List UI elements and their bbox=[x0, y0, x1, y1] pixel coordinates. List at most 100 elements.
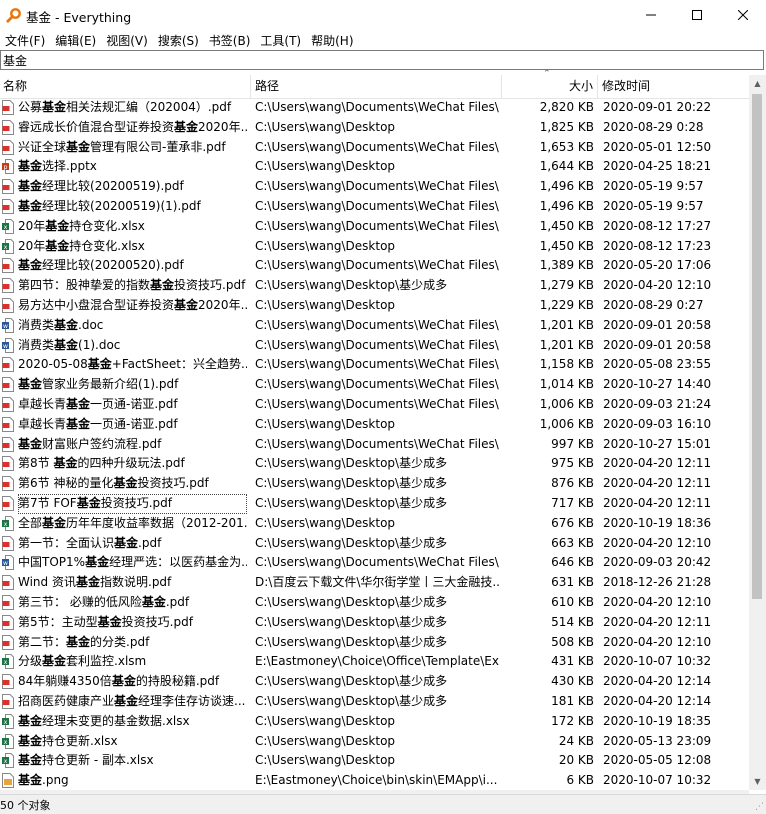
table-row[interactable]: 兴证全球基金管理有限公司-董承非.pdf C:\Users\wang\Docume… bbox=[0, 138, 749, 158]
file-date: 2020-05-05 12:08 bbox=[603, 753, 712, 768]
file-name-prefix: 第5节：主动型 bbox=[18, 614, 98, 629]
file-date: 2018-12-26 21:28 bbox=[603, 575, 712, 590]
excel-file-icon: x bbox=[2, 218, 14, 234]
file-name-prefix: 招商医药健康产业 bbox=[18, 694, 115, 708]
file-size: 24 KB bbox=[558, 733, 594, 748]
file-path: C:\Users\wang\Documents\WeChat Files\... bbox=[255, 337, 500, 352]
file-path: C:\Users\wang\Documents\WeChat Files\... bbox=[255, 317, 500, 332]
file-date: 2020-04-20 12:14 bbox=[603, 694, 712, 708]
file-name: 84年躺赚4350倍基金的持股秘籍.pdf bbox=[18, 672, 247, 692]
table-row[interactable]: 第二节：基金的分类.pdf C:\Users\wang\Desktop\基少成多 5… bbox=[0, 633, 749, 653]
file-name-suffix: 相关法规汇编（202004）.pdf bbox=[66, 100, 232, 114]
column-path[interactable]: 路径 bbox=[251, 75, 502, 98]
svg-text:w: w bbox=[3, 323, 8, 330]
menu-edit[interactable]: 编辑(E) bbox=[50, 32, 101, 49]
scroll-thumb[interactable] bbox=[752, 94, 762, 599]
pdf-file-icon bbox=[2, 298, 14, 313]
search-input[interactable] bbox=[0, 50, 764, 70]
file-date: 2020-04-20 12:11 bbox=[603, 496, 712, 510]
minimize-button[interactable] bbox=[628, 0, 674, 30]
table-row[interactable]: 第四节：股神挚爱的指数基金投资技巧.pdf C:\Users\wang\Deskt… bbox=[0, 276, 749, 296]
scroll-up-icon[interactable]: ▲ bbox=[749, 75, 766, 92]
vertical-scrollbar[interactable]: ▲ ▼ bbox=[749, 75, 766, 790]
table-row[interactable]: 第三节： 必赚的低风险基金.pdf C:\Users\wang\Desktop\基… bbox=[0, 593, 749, 613]
menu-view[interactable]: 视图(V) bbox=[101, 32, 153, 49]
file-path: C:\Users\wang\Desktop\基少成多 bbox=[255, 278, 448, 293]
title-bar[interactable]: 基金 - Everything bbox=[0, 0, 766, 30]
table-row[interactable]: 84年躺赚4350倍基金的持股秘籍.pdf C:\Users\wang\Deskt… bbox=[0, 672, 749, 692]
pdf-file-icon bbox=[2, 496, 14, 511]
table-row[interactable]: x 基金经理未变更的基金数据.xlsx C:\Users\wang\Desktop 1… bbox=[0, 712, 749, 732]
file-name-suffix: 一页通-诺亚.pdf bbox=[90, 416, 178, 431]
file-size: 2,820 KB bbox=[539, 100, 594, 114]
pdf-file-icon bbox=[2, 634, 14, 650]
file-date: 2020-10-27 14:40 bbox=[603, 377, 712, 392]
svg-text:x: x bbox=[4, 521, 8, 528]
table-row[interactable]: x 基金持仓更新.xlsx C:\Users\wang\Desktop 24 KB 20… bbox=[0, 732, 749, 752]
file-name: 基金持仓更新 - 副本.xlsx bbox=[18, 751, 247, 771]
table-row[interactable]: 2020-05-08基金+FactSheet：兴全趋势... C:\Users\w… bbox=[0, 355, 749, 375]
maximize-button[interactable] bbox=[674, 0, 720, 30]
table-row[interactable]: 基金管家业务最新介绍(1).pdf C:\Users\wang\Documents… bbox=[0, 375, 749, 395]
file-name-highlight: 基金 bbox=[141, 595, 166, 609]
table-row[interactable]: w 中国TOP1%基金经理严选：以医药基金为... C:\Users\wang\Do… bbox=[0, 553, 749, 573]
table-row[interactable]: 睿远成长价值混合型证券投资基金2020年... C:\Users\wang\Des… bbox=[0, 118, 749, 138]
file-name: 消费类基金(1).doc bbox=[18, 336, 247, 356]
file-list[interactable]: 公募基金相关法规汇编（202004）.pdf C:\Users\wang\Docu… bbox=[0, 98, 749, 790]
table-row[interactable]: w 消费类基金(1).doc C:\Users\wang\Documents\WeC… bbox=[0, 336, 749, 356]
table-row[interactable]: 第8节 基金的四种升级玩法.pdf C:\Users\wang\Desktop\基… bbox=[0, 454, 749, 474]
table-row[interactable]: 招商医药健康产业基金经理李佳存访谈速... C:\Users\wang\Deskt… bbox=[0, 692, 749, 712]
file-path: C:\Users\wang\Documents\WeChat Files\... bbox=[255, 199, 500, 213]
file-date: 2020-05-19 9:57 bbox=[603, 199, 704, 213]
file-name-prefix: 第四节：股神挚爱的指数 bbox=[18, 278, 151, 293]
file-path: C:\Users\wang\Documents\WeChat Files\... bbox=[255, 218, 500, 233]
file-name: Wind 资讯基金指数说明.pdf bbox=[18, 573, 247, 593]
table-row[interactable]: 基金经理比较(20200519)(1).pdf C:\Users\wang\Doc… bbox=[0, 197, 749, 217]
table-row[interactable]: x 分级基金套利监控.xlsm E:\Eastmoney\Choice\Office… bbox=[0, 652, 749, 672]
table-row[interactable]: w 消费类基金.doc C:\Users\wang\Documents\WeChat… bbox=[0, 316, 749, 336]
table-row[interactable]: 第一节：全面认识基金.pdf C:\Users\wang\Desktop\基少成多… bbox=[0, 534, 749, 554]
table-row[interactable]: 基金经理比较(20200520).pdf C:\Users\wang\Docume… bbox=[0, 256, 749, 276]
column-name[interactable]: 名称 bbox=[0, 75, 251, 98]
close-button[interactable] bbox=[720, 0, 766, 30]
table-row[interactable]: 基金.png E:\Eastmoney\Choice\bin\skin\EMApp… bbox=[0, 771, 749, 790]
file-name-highlight: 基金 bbox=[87, 357, 112, 372]
table-row[interactable]: 卓越长青基金一页通-诺亚.pdf C:\Users\wang\Desktop 1,0… bbox=[0, 415, 749, 435]
table-row[interactable]: x 20年基金持仓变化.xlsx C:\Users\wang\Documents\W… bbox=[0, 217, 749, 237]
file-date: 2020-09-01 20:22 bbox=[603, 100, 712, 114]
pdf-file-icon bbox=[2, 199, 14, 214]
table-row[interactable]: 基金财富账户签约流程.pdf C:\Users\wang\Documents\We… bbox=[0, 435, 749, 455]
table-row[interactable]: 第5节：主动型基金投资技巧.pdf C:\Users\wang\Desktop\基… bbox=[0, 613, 749, 633]
table-row[interactable]: p 基金选择.pptx C:\Users\wang\Desktop 1,644 KB 2… bbox=[0, 157, 749, 177]
file-date: 2020-08-12 17:23 bbox=[603, 238, 712, 253]
table-row[interactable]: 公募基金相关法规汇编（202004）.pdf C:\Users\wang\Docu… bbox=[0, 98, 749, 118]
svg-text:w: w bbox=[3, 560, 8, 567]
column-date[interactable]: 修改时间 bbox=[598, 75, 749, 98]
scroll-down-icon[interactable]: ▼ bbox=[749, 773, 766, 790]
file-name: 分级基金套利监控.xlsm bbox=[18, 652, 247, 672]
table-row[interactable]: 第7节 FOF基金投资技巧.pdf C:\Users\wang\Desktop\基… bbox=[0, 494, 749, 514]
file-date: 2020-04-20 12:10 bbox=[603, 278, 712, 293]
table-row[interactable]: 卓越长青基金一页通-诺亚.pdf C:\Users\wang\Documents\… bbox=[0, 395, 749, 415]
file-date: 2020-05-19 9:57 bbox=[603, 179, 704, 194]
table-row[interactable]: 基金经理比较(20200519).pdf C:\Users\wang\Docume… bbox=[0, 177, 749, 197]
file-name-suffix: 的持股秘籍.pdf bbox=[135, 674, 220, 689]
resize-grip-icon[interactable]: ⋰ bbox=[755, 802, 764, 812]
table-row[interactable]: 第6节 神秘的量化基金投资技巧.pdf C:\Users\wang\Desktop… bbox=[0, 474, 749, 494]
file-name-highlight: 基金 bbox=[45, 238, 70, 253]
menu-file[interactable]: 文件(F) bbox=[0, 32, 50, 49]
file-name-prefix: 卓越长青 bbox=[18, 397, 67, 411]
file-name-prefix: 卓越长青 bbox=[18, 416, 67, 431]
menu-bookmarks[interactable]: 书签(B) bbox=[204, 32, 256, 49]
menu-search[interactable]: 搜索(S) bbox=[153, 32, 204, 49]
file-size: 663 KB bbox=[551, 535, 594, 550]
table-row[interactable]: x 20年基金持仓变化.xlsx C:\Users\wang\Desktop 1,45… bbox=[0, 237, 749, 257]
file-date: 2020-05-13 23:09 bbox=[603, 733, 712, 748]
menu-tools[interactable]: 工具(T) bbox=[255, 32, 306, 49]
table-row[interactable]: x 全部基金历年年度收益率数据（2012-201... C:\Users\wang\… bbox=[0, 514, 749, 534]
menu-help[interactable]: 帮助(H) bbox=[306, 32, 358, 49]
table-row[interactable]: x 基金持仓更新 - 副本.xlsx C:\Users\wang\Desktop 20… bbox=[0, 751, 749, 771]
table-row[interactable]: Wind 资讯基金指数说明.pdf D:\百度云下载文件\华尔街学堂丨三大金融技.… bbox=[0, 573, 749, 593]
file-name: 消费类基金.doc bbox=[18, 316, 247, 336]
table-row[interactable]: 易方达中小盘混合型证券投资基金2020年... C:\Users\wang\Des… bbox=[0, 296, 749, 316]
